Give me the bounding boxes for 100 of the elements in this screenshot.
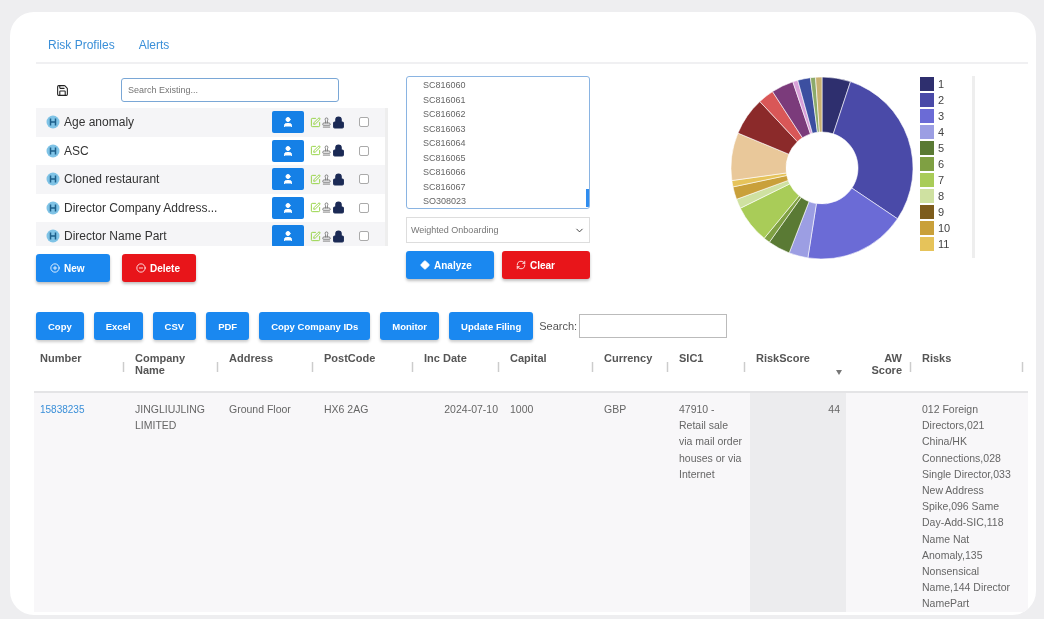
user-button[interactable] [272,196,304,219]
edit-icon[interactable] [310,202,321,214]
legend-label: 11 [938,238,950,250]
edit-icon[interactable] [310,173,321,185]
edit-icon[interactable] [310,145,321,157]
toolbar-button[interactable]: Excel [93,312,143,340]
save-icon[interactable] [56,83,69,97]
badge-icon [46,200,60,215]
code-option[interactable]: SC816063 [423,121,589,136]
sort-icon[interactable] [216,362,219,372]
toolbar-button[interactable]: Update Filing [449,312,534,340]
column-header[interactable]: Risks [922,352,1014,364]
table-cell: JINGLIUJLING LIMITED [135,403,205,432]
scrollbar-thumb[interactable] [586,189,589,207]
legend-label: 4 [938,126,945,138]
table-cell: 012 Foreign Directors,021 China/HK Connections,028 Single Director,033 New Address Spike,096 Same Day-Add-SIC,118 Name Nat Anomaly,135 Nonsensical Name,144 Director NamePart [922,403,1011,610]
sort-icon[interactable] [743,362,746,372]
lock-icon[interactable] [332,172,345,186]
column-header[interactable]: SIC1 [679,352,736,364]
sort-icon[interactable] [666,362,669,372]
legend-label: 2 [938,94,945,106]
action-button[interactable]: Analyze [406,251,494,279]
toolbar-button[interactable]: CSV [152,312,197,340]
sort-icon[interactable] [497,362,500,372]
lock-icon[interactable] [332,144,345,158]
profile-name: ASC [64,143,90,158]
legend-label: 8 [938,190,945,202]
sort-icon[interactable] [311,362,314,372]
user-button[interactable] [272,111,304,134]
model-select[interactable]: Weighted Onboarding [406,217,590,243]
minus-circle-icon [136,263,146,273]
checkbox[interactable] [359,202,369,213]
checkbox[interactable] [359,145,369,156]
profile-name: Director Name Part [64,229,168,244]
sort-icon[interactable] [909,362,912,372]
table-cell: 44 [828,403,840,415]
edit-icon[interactable] [310,116,321,128]
column-header[interactable]: AW Score [852,352,902,376]
code-option[interactable]: SC816067 [423,179,589,194]
column-header[interactable]: Inc Date [424,352,490,364]
code-option[interactable]: SC816062 [423,107,589,122]
code-listbox[interactable]: SC816060 SC816061 SC816062 SC816063 SC816064 SC816065 SC816066 SC816067 SO308023 [406,76,590,209]
column-header[interactable]: Number [40,352,115,364]
code-option[interactable]: SC816066 [423,165,589,180]
code-option[interactable]: SC816065 [423,150,589,165]
user-button[interactable] [272,139,304,162]
lock-icon[interactable] [332,229,345,243]
sort-icon[interactable] [1021,362,1024,372]
toolbar-button[interactable]: Copy Company IDs [259,312,371,340]
code-option[interactable]: SC816064 [423,136,589,151]
badge-icon [46,229,60,244]
search-field[interactable]: Search Existing... [121,78,339,102]
tab[interactable]: Risk Profiles [48,38,115,52]
column-header[interactable]: Currency [604,352,659,364]
checkbox[interactable] [359,117,369,128]
user-icon [282,116,294,129]
table-cell: 2024-07-10 [444,403,498,415]
column-header[interactable]: Capital [510,352,584,364]
code-option[interactable]: SO308023 [423,194,589,208]
profile-row[interactable]: Director Name Part [36,222,385,246]
toolbar-button[interactable]: PDF [206,312,250,340]
column-header[interactable]: Company Name [135,352,209,376]
user-button[interactable] [272,225,304,246]
profile-name: Director Company Address... [64,200,219,215]
code-option[interactable]: SC816061 [423,92,589,107]
sort-icon[interactable] [591,362,594,372]
badge-icon [46,143,60,158]
legend-label: 5 [938,142,945,154]
lock-icon[interactable] [332,201,345,215]
checkbox[interactable] [359,231,369,242]
profile-row[interactable]: Age anomaly [36,108,385,137]
table-cell: 1000 [510,403,534,415]
column-header[interactable]: RiskScore [756,352,832,364]
action-button[interactable]: New [36,254,110,282]
sort-icon[interactable] [122,362,125,372]
user-button[interactable] [272,168,304,191]
profile-name: Age anomaly [64,115,136,130]
plus-circle-icon [50,263,60,273]
diamond-icon [420,260,430,270]
code-option[interactable]: SC816060 [423,78,589,93]
sort-icon[interactable] [411,362,414,372]
action-button[interactable]: Clear [502,251,590,279]
table-cell: 47910 - Retail sale via mail order houses or via Internet [679,403,743,480]
table-search-field[interactable] [579,314,728,338]
toolbar-button[interactable]: Copy [36,312,84,340]
lock-icon[interactable] [332,115,345,129]
toolbar-button[interactable]: Monitor [380,312,440,340]
checkbox[interactable] [359,174,369,185]
column-header[interactable]: Address [229,352,304,364]
company-number-link[interactable]: 15838235 [40,404,85,415]
sort-desc-icon[interactable] [836,368,842,376]
profile-row[interactable]: Cloned restaurant [36,165,385,194]
tab[interactable]: Alerts [138,38,170,52]
table-cell: GBP [604,403,627,415]
profile-name: Cloned restaurant [64,172,161,187]
user-icon [282,173,294,186]
column-header[interactable]: PostCode [324,352,404,364]
action-button[interactable]: Delete [122,254,196,282]
user-icon [282,201,294,214]
edit-icon[interactable] [310,230,321,242]
